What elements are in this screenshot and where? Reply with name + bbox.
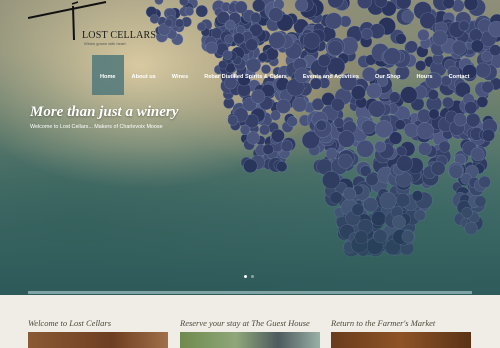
nav-wines[interactable]: Wines bbox=[164, 55, 196, 95]
feature-image-welcome[interactable] bbox=[28, 332, 168, 348]
feature-image-farmers-market[interactable] bbox=[331, 332, 471, 348]
feature-image-guest-house[interactable] bbox=[180, 332, 320, 348]
nav-events[interactable]: Events and Activities bbox=[295, 55, 367, 95]
nav-about-us[interactable]: About us bbox=[124, 55, 164, 95]
hero-subline: Welcome to Lost Cellars... Makers of Cha… bbox=[30, 124, 163, 130]
slider-dots bbox=[244, 275, 254, 278]
feature-title-farmers-market[interactable]: Return to the Farmer's Market bbox=[331, 318, 435, 328]
nav-hours[interactable]: Hours bbox=[408, 55, 440, 95]
nav-our-shop[interactable]: Our Shop bbox=[367, 55, 408, 95]
hero-accent-bar bbox=[28, 291, 472, 294]
nav-contact[interactable]: Contact bbox=[441, 55, 478, 95]
slider-dot-2[interactable] bbox=[251, 275, 254, 278]
main-nav: Home About us Wines Rebar Distilled Spir… bbox=[92, 55, 477, 95]
feature-title-guest-house[interactable]: Reserve your stay at The Guest House bbox=[180, 318, 310, 328]
hero-slider: LOST CELLARS Wines grown with heart Home… bbox=[0, 0, 500, 295]
nav-rebar-spirits[interactable]: Rebar Distilled Spirits & Ciders bbox=[196, 55, 295, 95]
brand-tagline: Wines grown with heart bbox=[84, 41, 126, 46]
slider-dot-1[interactable] bbox=[244, 275, 247, 278]
hero-headline: More than just a winery bbox=[30, 104, 179, 120]
brand-name[interactable]: LOST CELLARS bbox=[82, 30, 156, 41]
feature-title-welcome[interactable]: Welcome to Lost Cellars bbox=[28, 318, 111, 328]
nav-home[interactable]: Home bbox=[92, 55, 124, 95]
